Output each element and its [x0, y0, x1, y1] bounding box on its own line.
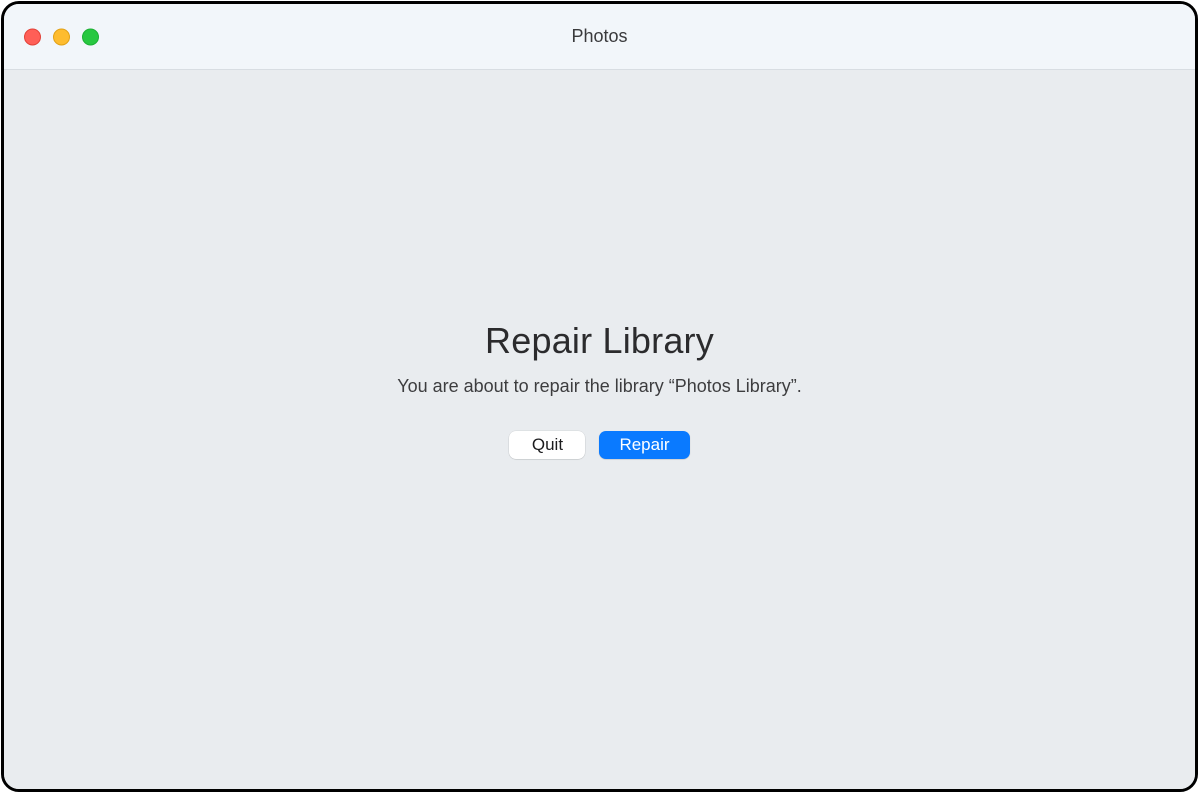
dialog-button-row: Quit Repair [509, 431, 689, 459]
quit-button[interactable]: Quit [509, 431, 585, 459]
repair-button[interactable]: Repair [599, 431, 689, 459]
close-window-button[interactable] [24, 28, 41, 45]
window-title: Photos [571, 26, 627, 47]
content-area: Repair Library You are about to repair t… [4, 70, 1195, 789]
dialog-heading: Repair Library [485, 320, 714, 362]
app-window: Photos Repair Library You are about to r… [1, 1, 1198, 792]
dialog-subtext: You are about to repair the library “Pho… [397, 376, 802, 397]
zoom-window-button[interactable] [82, 28, 99, 45]
minimize-window-button[interactable] [53, 28, 70, 45]
titlebar: Photos [4, 4, 1195, 70]
repair-library-dialog: Repair Library You are about to repair t… [397, 320, 802, 459]
traffic-lights [24, 28, 99, 45]
